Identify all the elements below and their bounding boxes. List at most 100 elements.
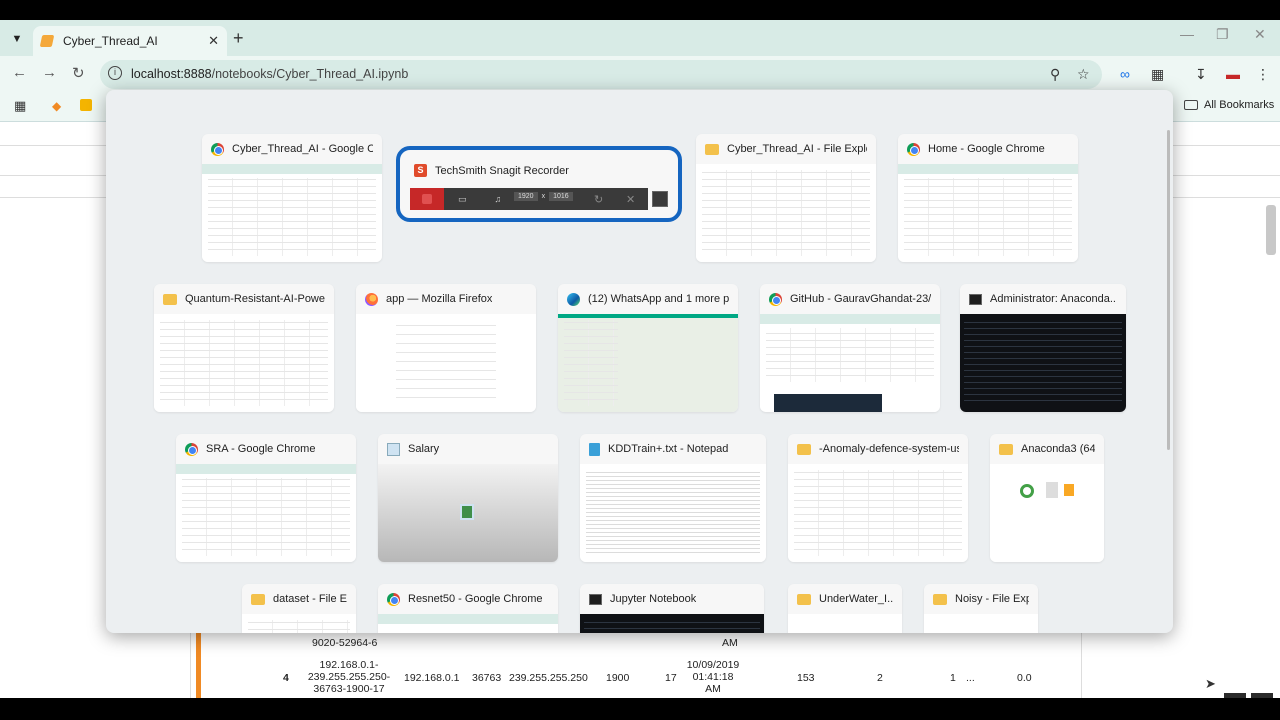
window-thumbnail[interactable]: app — Mozilla Firefox bbox=[356, 284, 536, 412]
window-preview bbox=[356, 314, 536, 412]
close-window-icon[interactable]: ✕ bbox=[1254, 26, 1266, 43]
window-preview bbox=[378, 464, 558, 562]
tab-title: Cyber_Thread_AI bbox=[63, 34, 158, 48]
site-info-icon[interactable]: i bbox=[108, 66, 122, 80]
window-preview bbox=[696, 164, 876, 262]
excel-file-icon bbox=[460, 504, 474, 520]
tab-search-button[interactable]: ▼ bbox=[6, 28, 28, 50]
window-thumbnail[interactable]: dataset - File E... bbox=[242, 584, 356, 633]
window-title: Administrator: Anaconda... bbox=[990, 293, 1117, 305]
window-thumbnail[interactable]: Jupyter Notebook bbox=[580, 584, 764, 633]
folder-icon bbox=[933, 593, 947, 605]
jupyter-favicon-icon bbox=[39, 35, 55, 47]
window-title: Salary bbox=[408, 443, 440, 455]
zoom-icon[interactable]: ⚲ bbox=[1050, 66, 1060, 83]
window-title: dataset - File E... bbox=[273, 593, 347, 605]
window-preview bbox=[154, 314, 334, 412]
chrome-icon bbox=[185, 442, 198, 456]
window-thumbnail[interactable]: UnderWater_I... bbox=[788, 584, 902, 633]
snagit-icon: S bbox=[414, 164, 427, 177]
letterbox-bar bbox=[0, 698, 1280, 720]
url-path: /notebooks/Cyber_Thread_AI.ipynb bbox=[211, 67, 409, 81]
window-preview bbox=[176, 464, 356, 562]
bookmark-app-icon[interactable]: ◆ bbox=[52, 99, 61, 113]
minimize-icon[interactable]: — bbox=[1180, 26, 1194, 42]
folder-icon bbox=[999, 443, 1013, 455]
capture-dimensions: 1920 x 1016 bbox=[514, 192, 573, 201]
bookmark-app-icon-2[interactable] bbox=[80, 99, 92, 111]
extensions-icon[interactable]: ▦ bbox=[1151, 66, 1164, 83]
tab-cyber-thread-ai[interactable]: Cyber_Thread_AI ✕ bbox=[33, 26, 227, 56]
url-text[interactable]: localhost:8888/notebooks/Cyber_Thread_AI… bbox=[131, 67, 408, 81]
expand-icon bbox=[652, 191, 668, 207]
table-cell-protocol: 17 bbox=[665, 672, 677, 684]
window-preview bbox=[924, 614, 1038, 633]
chrome-icon bbox=[907, 142, 920, 156]
window-thumbnail[interactable]: -Anomaly-defence-system-us... bbox=[788, 434, 968, 562]
restore-icon[interactable]: ❐ bbox=[1216, 26, 1229, 43]
switcher-scrollbar[interactable] bbox=[1167, 130, 1170, 450]
all-bookmarks-button[interactable]: All Bookmarks bbox=[1184, 99, 1274, 111]
cell-selection-bar bbox=[196, 632, 201, 698]
terminal-icon bbox=[589, 593, 602, 605]
extension-link-icon[interactable]: ∞ bbox=[1120, 66, 1130, 82]
snagit-recorder-bar: ▭ ♫ 1920 x 1016 ↻ ✕ bbox=[410, 188, 648, 210]
window-thumbnail[interactable]: Cyber_Thread_AI - Google Ch... bbox=[202, 134, 382, 262]
folder-icon bbox=[797, 593, 811, 605]
window-thumbnail[interactable]: Noisy - File Exp... bbox=[924, 584, 1038, 633]
new-tab-button[interactable]: + bbox=[233, 28, 244, 49]
forward-icon[interactable]: → bbox=[42, 64, 57, 81]
notepad-icon bbox=[589, 442, 600, 456]
capture-height: 1016 bbox=[549, 192, 573, 201]
download-icon[interactable]: ↧ bbox=[1195, 66, 1207, 83]
window-thumbnail[interactable]: KDDTrain+.txt - Notepad bbox=[580, 434, 766, 562]
window-thumbnail[interactable]: SRA - Google Chrome bbox=[176, 434, 356, 562]
window-thumbnail[interactable]: Salary bbox=[378, 434, 558, 562]
table-cell-timestamp: 10/09/2019 01:41:18 AM bbox=[686, 659, 740, 695]
table-cell: 1 bbox=[950, 672, 956, 684]
window-title: Cyber_Thread_AI - File Explorer bbox=[727, 143, 867, 155]
profile-icon[interactable]: ▬ bbox=[1226, 66, 1240, 82]
table-cell: 0.0 bbox=[1017, 672, 1032, 684]
chrome-icon bbox=[387, 592, 400, 606]
window-thumbnail[interactable]: Cyber_Thread_AI - File Explorer bbox=[696, 134, 876, 262]
window-preview bbox=[580, 614, 764, 633]
page-scrollbar[interactable] bbox=[1266, 205, 1276, 255]
back-icon[interactable]: ← bbox=[12, 64, 27, 81]
window-preview bbox=[242, 614, 356, 633]
close-icon: ✕ bbox=[626, 193, 636, 206]
table-cell-ellipsis: ... bbox=[966, 672, 975, 684]
window-thumbnail-snagit[interactable]: S TechSmith Snagit Recorder ▭ ♫ 1920 x 10… bbox=[396, 146, 682, 222]
record-icon bbox=[422, 194, 432, 204]
window-title: Resnet50 - Google Chrome bbox=[408, 593, 543, 605]
tab-strip: ▼ Cyber_Thread_AI ✕ + — ❐ ✕ bbox=[0, 20, 1280, 56]
reload-icon[interactable]: ↻ bbox=[72, 64, 85, 82]
folder-icon bbox=[1184, 100, 1198, 110]
close-tab-icon[interactable]: ✕ bbox=[208, 33, 219, 49]
table-cell-flow-id: 192.168.0.1- 239.255.255.250- 36763-1900… bbox=[307, 659, 391, 695]
chrome-icon bbox=[211, 142, 224, 156]
menu-icon[interactable]: ⋮ bbox=[1256, 66, 1270, 83]
window-thumbnail[interactable]: Quantum-Resistant-AI-Power... bbox=[154, 284, 334, 412]
url-host: localhost:8888 bbox=[131, 67, 212, 81]
window-thumbnail[interactable]: Administrator: Anaconda... bbox=[960, 284, 1126, 412]
apps-grid-icon[interactable]: ▦ bbox=[14, 98, 26, 114]
window-title: Jupyter Notebook bbox=[610, 593, 697, 605]
window-title: Noisy - File Exp... bbox=[955, 593, 1029, 605]
address-bar[interactable]: i localhost:8888/notebooks/Cyber_Thread_… bbox=[100, 60, 1102, 89]
folder-icon bbox=[251, 593, 265, 605]
dimension-separator: x bbox=[541, 193, 546, 200]
window-thumbnail[interactable]: Anaconda3 (64... bbox=[990, 434, 1104, 562]
bookmark-star-icon[interactable]: ☆ bbox=[1077, 66, 1090, 83]
table-cell-dst-port: 1900 bbox=[606, 672, 630, 684]
window-thumbnail[interactable]: GitHub - GauravGhandat-23/... bbox=[760, 284, 940, 412]
row-index: 4 bbox=[283, 672, 289, 684]
window-thumbnail[interactable]: Resnet50 - Google Chrome bbox=[378, 584, 558, 633]
restart-icon: ↻ bbox=[594, 193, 604, 206]
table-cell: 9020-52964-6 bbox=[312, 637, 378, 649]
window-thumbnail[interactable]: (12) WhatsApp and 1 more pa... bbox=[558, 284, 738, 412]
firefox-icon bbox=[365, 292, 378, 306]
window-thumbnail[interactable]: Home - Google Chrome bbox=[898, 134, 1078, 262]
capture-width: 1920 bbox=[514, 192, 538, 201]
window-preview bbox=[960, 314, 1126, 412]
